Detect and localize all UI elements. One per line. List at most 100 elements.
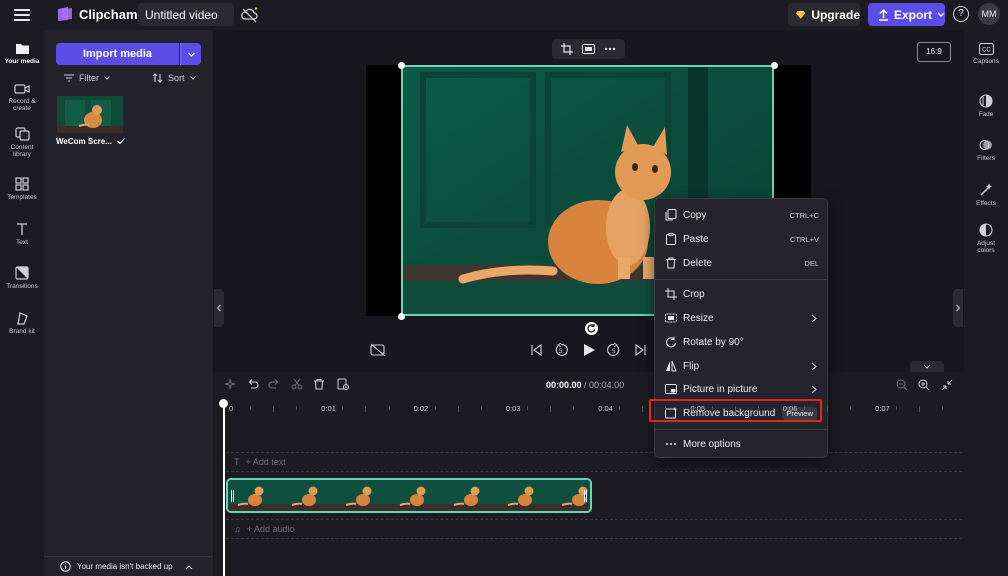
chevron-left-icon bbox=[216, 304, 221, 312]
menu-item-more-options[interactable]: More options bbox=[655, 433, 827, 455]
fit-icon[interactable] bbox=[581, 44, 595, 54]
scissors-icon[interactable] bbox=[291, 378, 303, 390]
ruler-label: 0:05 bbox=[690, 404, 706, 413]
rail-filters[interactable]: Filters bbox=[964, 138, 1008, 162]
rotate-handle-icon[interactable] bbox=[585, 322, 598, 335]
aspect-ratio-button[interactable]: 16:9 bbox=[917, 42, 951, 62]
media-thumbnail[interactable] bbox=[57, 96, 123, 133]
clip-trim-handle-right[interactable] bbox=[584, 490, 587, 502]
collapse-left-panel-button[interactable] bbox=[214, 289, 224, 327]
rail-content-library[interactable]: Content library bbox=[0, 127, 44, 158]
filter-button[interactable]: Filter bbox=[64, 73, 110, 83]
rail-fade[interactable]: Fade bbox=[964, 94, 1008, 118]
cloud-off-icon[interactable] bbox=[240, 6, 260, 24]
ruler-label: 0:06 bbox=[782, 404, 798, 413]
menu-item-label: Picture in picture bbox=[683, 383, 758, 395]
audio-track[interactable]: ♫ + Add audio bbox=[226, 519, 962, 539]
menu-item-label: Flip bbox=[683, 360, 700, 372]
svg-text:5: 5 bbox=[559, 349, 563, 355]
clip-trim-handle-left[interactable] bbox=[231, 490, 234, 502]
menu-item-crop[interactable]: Crop bbox=[655, 283, 827, 305]
menu-item-resize[interactable]: Resize bbox=[655, 307, 827, 329]
sort-button[interactable]: Sort bbox=[152, 73, 196, 83]
ruler-label: 0:04 bbox=[598, 404, 613, 413]
playhead[interactable] bbox=[223, 399, 225, 576]
resize-handle-top-right[interactable] bbox=[771, 62, 778, 69]
collapse-timeline-button[interactable] bbox=[910, 361, 944, 372]
export-button[interactable]: Export bbox=[868, 3, 945, 26]
playhead-handle[interactable] bbox=[219, 399, 228, 408]
rail-transitions[interactable]: Transitions bbox=[0, 266, 44, 290]
trash-icon[interactable] bbox=[313, 378, 325, 390]
play-icon[interactable] bbox=[582, 343, 596, 357]
folder-icon bbox=[15, 44, 29, 54]
ruler-label: 0:03 bbox=[505, 404, 521, 413]
chevron-right-icon bbox=[956, 304, 961, 312]
ruler-label: 0:01 bbox=[321, 404, 336, 413]
menu-item-label: Delete bbox=[683, 257, 712, 269]
fit-timeline-icon[interactable] bbox=[941, 379, 953, 391]
ruler-tick bbox=[365, 406, 367, 412]
rail-text[interactable]: Text bbox=[0, 222, 44, 246]
rail-record-create[interactable]: Record & create bbox=[0, 83, 44, 112]
rail-your-media[interactable]: Your media bbox=[0, 42, 44, 65]
caption-off-icon[interactable] bbox=[370, 343, 386, 357]
export-label: Export bbox=[893, 7, 932, 22]
menu-item-delete[interactable]: Delete DEL bbox=[655, 252, 827, 274]
crop-icon[interactable] bbox=[560, 43, 573, 55]
paste-icon bbox=[666, 233, 676, 245]
upgrade-label: Upgrade bbox=[811, 7, 860, 22]
add-clip-icon[interactable] bbox=[337, 378, 349, 390]
menu-item-flip[interactable]: Flip bbox=[655, 355, 827, 377]
ruler-tick bbox=[826, 406, 828, 412]
skip-back-icon[interactable] bbox=[530, 343, 542, 357]
avatar[interactable]: MM bbox=[978, 3, 1000, 25]
rail-label: Record & bbox=[8, 98, 36, 105]
menu-icon[interactable] bbox=[12, 6, 32, 24]
rail-captions[interactable]: CC Captions bbox=[964, 43, 1008, 65]
rail-brand-kit[interactable]: Brand kit bbox=[0, 311, 44, 335]
import-media-button[interactable]: Import media bbox=[56, 43, 179, 65]
zoom-out-icon[interactable] bbox=[896, 379, 908, 391]
ruler-tick bbox=[665, 406, 667, 410]
more-icon[interactable] bbox=[604, 47, 616, 51]
help-icon[interactable]: ? bbox=[953, 6, 969, 22]
menu-item-rotate[interactable]: Rotate by 90° bbox=[655, 331, 827, 353]
resize-handle-top-left[interactable] bbox=[398, 62, 405, 69]
resize-handle-bottom-left[interactable] bbox=[398, 313, 405, 320]
undo-icon[interactable] bbox=[247, 378, 259, 390]
current-time: 00:00.00 bbox=[546, 380, 582, 390]
video-clip[interactable] bbox=[226, 478, 592, 513]
menu-item-paste[interactable]: Paste CTRL+V bbox=[655, 228, 827, 250]
timeline-panel bbox=[214, 372, 964, 576]
text-track[interactable]: T + Add text bbox=[226, 452, 962, 472]
import-options-button[interactable] bbox=[180, 43, 201, 65]
chevron-down-icon bbox=[923, 364, 931, 369]
rewind-5-icon[interactable]: 5 bbox=[554, 343, 568, 357]
collapse-right-panel-button[interactable] bbox=[953, 289, 963, 327]
magic-icon[interactable] bbox=[224, 378, 236, 390]
fade-icon bbox=[979, 94, 993, 108]
forward-5-icon[interactable]: 5 bbox=[607, 343, 621, 357]
add-text-label: + Add text bbox=[245, 457, 286, 467]
rail-adjust-colors[interactable]: Adjust colors bbox=[964, 223, 1008, 254]
ruler-tick bbox=[296, 406, 298, 410]
transitions-icon bbox=[15, 266, 29, 280]
menu-item-picture-in-picture[interactable]: Picture in picture bbox=[655, 378, 827, 400]
backup-notice[interactable]: Your media isn't backed up bbox=[44, 556, 213, 576]
project-title-field[interactable]: Untitled video bbox=[138, 3, 234, 26]
rail-templates[interactable]: Templates bbox=[0, 177, 44, 201]
camera-icon bbox=[14, 84, 30, 94]
picture-in-picture-icon bbox=[665, 384, 677, 394]
chevron-right-icon bbox=[811, 314, 817, 322]
rail-label: Your media bbox=[4, 58, 40, 65]
rail-effects[interactable]: Effects bbox=[964, 183, 1008, 207]
redo-icon[interactable] bbox=[268, 378, 280, 390]
upgrade-button[interactable]: Upgrade bbox=[788, 3, 860, 26]
menu-separator bbox=[655, 429, 827, 430]
ruler-tick bbox=[942, 406, 944, 410]
rail-label: Transitions bbox=[6, 283, 38, 290]
menu-item-copy[interactable]: Copy CTRL+C bbox=[655, 204, 827, 226]
skip-forward-icon[interactable] bbox=[635, 343, 647, 357]
zoom-in-icon[interactable] bbox=[918, 379, 930, 391]
